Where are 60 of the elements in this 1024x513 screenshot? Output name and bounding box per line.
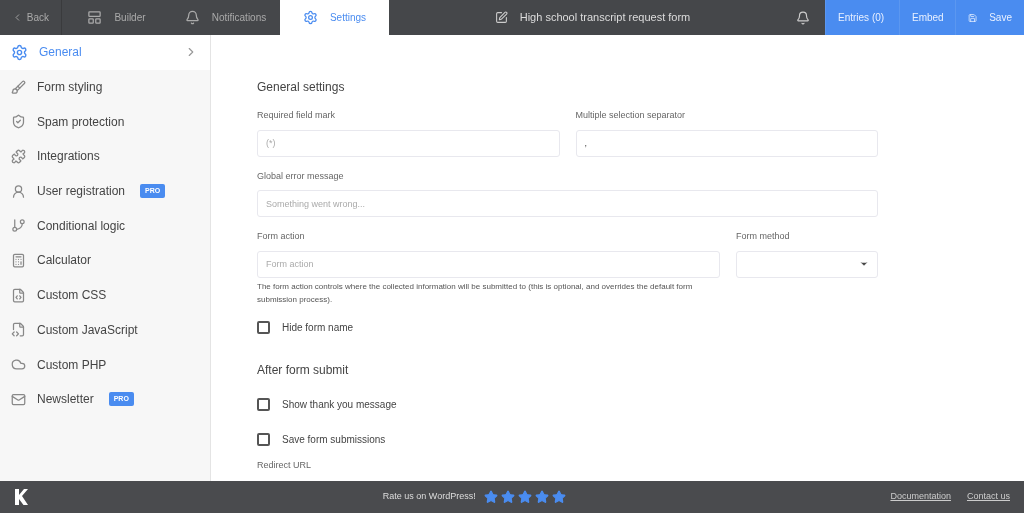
sidebar-item[interactable]: Spam protection [0, 104, 210, 140]
rate-text: Rate us on WordPress! [382, 490, 476, 504]
sidebar-item[interactable]: Custom JavaScript [0, 312, 210, 348]
footer-link[interactable]: Documentation [890, 490, 951, 504]
sidebar-item[interactable]: General [0, 35, 210, 70]
brush-icon [11, 79, 26, 95]
sidebar-item[interactable]: Integrations [0, 139, 210, 174]
input-field[interactable]: , [575, 129, 878, 157]
checkbox[interactable] [257, 397, 270, 411]
shield-icon [11, 114, 26, 130]
tab[interactable]: Settings [280, 0, 389, 35]
mail-icon [11, 391, 26, 407]
star-icon [551, 490, 566, 504]
star-icon [517, 490, 532, 504]
settings-icon [11, 43, 28, 61]
field-label: Global error message [257, 169, 345, 183]
field-label: Form action [257, 230, 306, 243]
bell-icon[interactable] [796, 10, 810, 25]
settings-icon [302, 10, 318, 25]
input-field[interactable]: Form action [257, 250, 720, 278]
star-icon [483, 490, 498, 504]
user-icon [11, 183, 26, 199]
sidebar-item[interactable]: Custom CSS [0, 277, 210, 313]
checkbox[interactable] [257, 432, 270, 446]
bell-icon [184, 10, 200, 25]
file-code-icon [11, 322, 26, 338]
checkbox-label: Hide form name [282, 320, 354, 335]
field-label: Redirect URL [257, 458, 313, 472]
field-label: Form method [736, 230, 791, 243]
star-rating[interactable] [483, 490, 566, 504]
branch-icon [11, 218, 26, 234]
star-icon [534, 490, 549, 504]
section-title: After form submit [257, 361, 350, 379]
sidebar-item[interactable]: Conditional logic [0, 208, 210, 244]
logo-icon [14, 489, 28, 505]
tab[interactable]: Notifications [171, 0, 280, 35]
checkbox-label: Show thank you message [282, 397, 397, 412]
puzzle-icon [11, 148, 26, 164]
footer-link[interactable]: Contact us [966, 490, 1010, 504]
layout-icon [87, 10, 103, 25]
cloud-icon [11, 357, 26, 373]
star-icon [500, 490, 515, 504]
edit-icon [494, 11, 508, 24]
input-field[interactable]: (*) [257, 129, 560, 157]
field-label: Multiple selection separator [575, 109, 687, 122]
tab[interactable]: Builder [62, 0, 171, 35]
checkbox-label: Save form submissions [282, 432, 386, 447]
calculator-icon [11, 252, 26, 268]
sidebar-item[interactable]: Custom PHP [0, 347, 210, 382]
file-code-icon [11, 287, 26, 303]
select-field[interactable] [736, 250, 878, 278]
checkbox[interactable] [257, 320, 270, 334]
sidebar-item[interactable]: Calculator [0, 243, 210, 278]
dropdown-caret-icon [859, 259, 869, 269]
field-label: Required field mark [257, 109, 337, 122]
input-field[interactable]: Something went wrong... [257, 190, 878, 217]
form-title: High school transcript request form [519, 10, 691, 26]
section-title: General settings [257, 79, 346, 96]
help-text: The form action controls where the collected information will be submitted to (this is optional, and overrides the default form submission process). [257, 280, 694, 306]
sidebar-item[interactable]: Form styling [0, 69, 210, 105]
